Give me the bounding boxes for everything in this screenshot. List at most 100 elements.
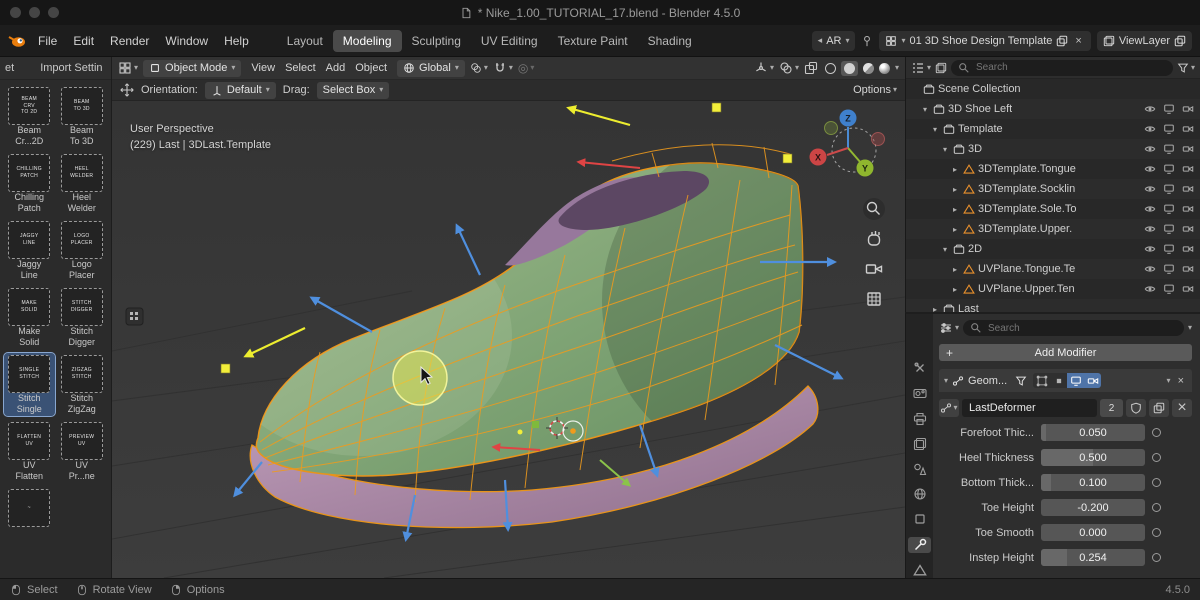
hide-in-viewport-icon[interactable] — [1144, 143, 1156, 155]
menu-help[interactable]: Help — [216, 31, 257, 51]
disable-in-viewports-icon[interactable] — [1163, 123, 1175, 135]
unlink-scene-icon[interactable]: × — [1072, 35, 1084, 47]
node-group-browse-button[interactable]: ▾ — [939, 399, 959, 417]
outliner-row-2d[interactable]: ▾ 2D — [906, 239, 1200, 259]
outliner-row-3dtemplate-sole-to[interactable]: ▸ 3DTemplate.Sole.To — [906, 199, 1200, 219]
tool-panel-tab-import-settings[interactable]: Import Settin — [40, 62, 102, 74]
outliner-display-mode-button[interactable] — [935, 62, 947, 74]
disclosure-right-icon[interactable]: ▸ — [950, 205, 960, 214]
field-value-slider[interactable]: 0.050 — [1041, 424, 1145, 441]
disclosure-right-icon[interactable]: ▸ — [950, 225, 960, 234]
display-on-cage-toggle[interactable] — [1033, 373, 1050, 388]
animate-property-dot[interactable] — [1152, 453, 1161, 462]
disable-in-renders-icon[interactable] — [1182, 283, 1194, 295]
pivot-point-button[interactable]: ▾ — [470, 62, 488, 74]
outliner-row-scene-collection[interactable]: Scene Collection — [906, 79, 1200, 99]
tool-panel-tab-cut[interactable]: et — [5, 62, 14, 74]
display-edit-mode-toggle[interactable] — [1050, 373, 1067, 388]
show-gizmo-button[interactable]: ▾ — [754, 61, 774, 75]
field-value-slider[interactable]: -0.200 — [1041, 499, 1145, 516]
workspace-tab-uv-editing[interactable]: UV Editing — [471, 30, 548, 52]
animate-property-dot[interactable] — [1152, 503, 1161, 512]
workspace-tab-texture-paint[interactable]: Texture Paint — [548, 30, 638, 52]
tool-make-solid[interactable]: MAKE SOLID Make Solid — [4, 286, 55, 349]
node-group-name-field[interactable]: LastDeformer — [962, 399, 1097, 417]
disable-in-viewports-icon[interactable] — [1163, 163, 1175, 175]
add-modifier-button[interactable]: + Add Modifier — [939, 344, 1192, 361]
ortho-grid-button[interactable] — [867, 292, 881, 306]
field-value-slider[interactable]: 0.500 — [1041, 449, 1145, 466]
properties-tab-render[interactable] — [908, 385, 931, 401]
disable-in-renders-icon[interactable] — [1182, 223, 1194, 235]
outliner-editor-type-button[interactable]: ▾ — [911, 61, 931, 75]
shading-options-icon[interactable]: ▾ — [895, 64, 899, 72]
pin-scene-icon[interactable] — [861, 35, 873, 47]
tool-jaggy-line[interactable]: JAGGY LINE Jaggy Line — [4, 219, 55, 282]
hide-in-viewport-icon[interactable] — [1144, 103, 1156, 115]
properties-search-input[interactable] — [986, 321, 1177, 335]
fake-user-button[interactable] — [1126, 399, 1146, 417]
viewport-menu-object[interactable]: Object — [350, 60, 392, 76]
viewport-menu-add[interactable]: Add — [321, 60, 351, 76]
disclosure-down-icon[interactable]: ▾ — [930, 125, 940, 134]
transform-orientation-dropdown[interactable]: Global ▾ — [397, 59, 465, 77]
hide-in-viewport-icon[interactable] — [1144, 183, 1156, 195]
editor-type-button[interactable]: ▾ — [118, 61, 138, 75]
disable-in-renders-icon[interactable] — [1182, 243, 1194, 255]
shading-solid-button[interactable] — [840, 60, 858, 76]
display-realtime-toggle[interactable] — [1067, 373, 1085, 388]
tool-uv-flatten[interactable]: FLATTEN UV UV Flatten — [4, 420, 55, 483]
tool-uv-preview[interactable]: PREVIEW UV UV Pr...ne — [57, 420, 108, 483]
disable-in-renders-icon[interactable] — [1182, 123, 1194, 135]
animate-property-dot[interactable] — [1152, 528, 1161, 537]
properties-tab-view-layer[interactable] — [908, 436, 931, 452]
orientation-dropdown[interactable]: Default ▾ — [204, 81, 276, 99]
node-group-users-badge[interactable]: 2 — [1100, 399, 1123, 417]
disclosure-right-icon[interactable]: ▸ — [950, 185, 960, 194]
properties-options-icon[interactable]: ▾ — [1188, 324, 1192, 332]
disable-in-viewports-icon[interactable] — [1163, 263, 1175, 275]
properties-search[interactable] — [963, 320, 1184, 336]
viewport-canvas[interactable]: Z Y X User Perspective (229) Last | 3DLa… — [112, 101, 905, 578]
disable-in-renders-icon[interactable] — [1182, 103, 1194, 115]
window-controls[interactable] — [10, 7, 59, 18]
workspace-tab-layout[interactable]: Layout — [277, 30, 333, 52]
menu-edit[interactable]: Edit — [65, 31, 102, 51]
modifier-panel-header[interactable]: ▾ Geom... ▾ × — [939, 369, 1192, 392]
outliner-row-last[interactable]: ▸ Last — [906, 299, 1200, 312]
scene-selector[interactable]: ▾ 01 3D Shoe Design Template × — [879, 30, 1091, 51]
modifier-extras-icon[interactable]: ▾ — [1167, 376, 1171, 385]
disable-in-viewports-icon[interactable] — [1163, 143, 1175, 155]
field-value-slider[interactable]: 0.100 — [1041, 474, 1145, 491]
menu-window[interactable]: Window — [157, 31, 216, 51]
field-value-slider[interactable]: 0.254 — [1041, 549, 1145, 566]
hide-in-viewport-icon[interactable] — [1144, 223, 1156, 235]
outliner-row-3dtemplate-socklin[interactable]: ▸ 3DTemplate.Socklin — [906, 179, 1200, 199]
snap-magnet-button[interactable]: ▾ — [493, 61, 513, 75]
remove-modifier-icon[interactable]: × — [1175, 375, 1187, 387]
outliner-row-3dtemplate-upper[interactable]: ▸ 3DTemplate.Upper. — [906, 219, 1200, 239]
disable-in-renders-icon[interactable] — [1182, 203, 1194, 215]
workspace-tab-modeling[interactable]: Modeling — [332, 29, 402, 52]
show-overlays-button[interactable]: ▾ — [779, 61, 799, 75]
close-window-button[interactable] — [10, 7, 21, 18]
blender-logo-icon[interactable] — [8, 34, 26, 48]
outliner-row-uvplane-upper-ten[interactable]: ▸ UVPlane.Upper.Ten — [906, 279, 1200, 299]
display-render-toggle[interactable] — [1084, 373, 1102, 388]
animate-property-dot[interactable] — [1152, 478, 1161, 487]
disable-in-renders-icon[interactable] — [1182, 183, 1194, 195]
tool-stitch-zigzag[interactable]: ZIGZAG STITCH Stitch ZigZag — [57, 353, 108, 416]
new-viewlayer-icon[interactable] — [1174, 35, 1186, 47]
outliner-search[interactable] — [951, 59, 1173, 76]
outliner-row-3d-shoe-left[interactable]: ▾ 3D Shoe Left — [906, 99, 1200, 119]
outliner-search-input[interactable] — [974, 61, 1166, 74]
workspace-tab-shading[interactable]: Shading — [638, 30, 702, 52]
disclosure-right-icon[interactable]: ▸ — [950, 265, 960, 274]
outliner-row-template[interactable]: ▾ Template — [906, 119, 1200, 139]
disclosure-down-icon[interactable]: ▾ — [920, 105, 930, 114]
options-dropdown[interactable]: Options ▾ — [853, 84, 897, 96]
viewlayer-browse-icon[interactable] — [1103, 35, 1115, 47]
viewport-menu-select[interactable]: Select — [280, 60, 321, 76]
hide-in-viewport-icon[interactable] — [1144, 123, 1156, 135]
properties-tab-tool[interactable] — [908, 360, 931, 376]
